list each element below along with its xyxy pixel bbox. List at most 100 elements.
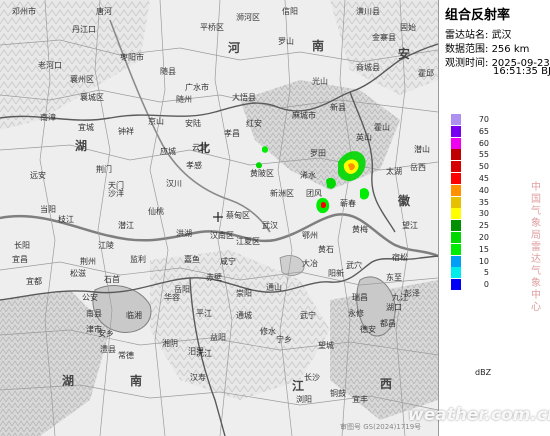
place-label: 仙桃 [148,206,164,216]
place-label: 松滋 [70,268,86,278]
place-label: 石首 [104,274,120,284]
place-label: 新洲区 [270,188,294,198]
place-label: 荆州 [80,256,96,266]
province-label: 安 [398,46,410,61]
place-label: 枝江 [58,214,74,224]
place-label: 宜昌 [12,254,28,264]
organization-watermark: 中国气象局雷达气象中心 [531,182,541,313]
place-label: 德安 [360,324,376,334]
place-label: 瑞昌 [352,292,368,302]
place-label: 光山 [312,76,328,86]
legend-swatch [451,137,461,149]
legend-value: 10 [478,256,489,266]
place-label: 修水 [260,326,276,336]
place-label: 鄂州 [302,231,318,240]
legend-value: 50 [478,162,489,172]
place-label: 沅江 [196,348,212,358]
legend-swatch [451,255,461,267]
place-label: 新县 [330,102,346,112]
place-label: 黄陂区 [250,168,274,178]
info-panel: 组合反射率 雷达站名: 武汉 数据范围: 256 km 观测时间: 2025-0… [438,0,550,436]
place-label: 长沙 [304,372,320,382]
legend-value: 70 [478,115,489,124]
place-label: 孝昌 [224,129,240,138]
place-label: 黄石 [318,244,334,254]
place-label: 当阳 [40,204,56,214]
place-label: 金寨县 [372,32,396,42]
place-label: 江陵 [98,241,114,250]
place-label: 红安 [246,118,262,128]
place-label: 远安 [30,170,46,180]
place-label: 津市 [86,324,102,334]
place-label: 平桥区 [200,22,224,32]
place-label: 武穴 [346,260,362,270]
station-row: 雷达站名: 武汉 [445,26,512,41]
place-label: 宁乡 [276,334,292,344]
legend-swatch [451,267,461,279]
place-label: 永修 [348,308,364,318]
place-label: 赤壁 [206,272,222,282]
radar-map[interactable]: 河 南 湖 北 安 徽 湖 南 江 西 邓州市 唐河 平桥区 浉河区 信阳 潢川县 固始 霍邱… [0,0,438,436]
place-label: 湖口 [386,303,402,312]
place-label: 大冶 [302,258,318,268]
place-label: 益阳 [210,332,226,342]
place-label: 潢川县 [356,6,380,16]
legend-swatch [451,161,461,173]
place-label: 都昌 [380,319,396,328]
place-label: 孝感 [186,160,202,170]
place-label: 潜江 [118,220,134,230]
legend-swatch [451,196,461,208]
legend-value: 55 [478,150,489,160]
place-label: 通山 [266,282,282,292]
place-label: 长阳 [14,240,30,250]
place-label: 老河口 [38,60,62,70]
place-label: 罗山 [278,36,294,46]
province-label: 南 [312,38,324,53]
place-label: 枣阳市 [120,52,144,62]
place-label: 潜山 [414,144,430,154]
place-label: 宜丰 [352,394,368,404]
legend-swatch [451,173,461,184]
liangzi-lake [279,255,305,276]
place-label: 荆门 [96,164,112,174]
province-label: 西 [380,377,392,391]
place-label: 广水市 [185,82,209,92]
product-title: 组合反射率 [445,8,511,23]
province-label: 南 [130,373,142,388]
legend-swatch [451,279,461,291]
place-label: 汉川 [166,179,182,188]
place-label: 湘阴 [162,338,178,348]
place-label: 宿松 [392,252,408,262]
legend-swatch [451,125,461,137]
place-label: 蔡甸区 [226,210,250,220]
place-label: 公安 [82,292,98,302]
place-label: 宜都 [26,276,42,286]
place-label: 通城 [236,310,252,320]
province-label: 河 [227,40,240,55]
place-label: 信阳 [282,6,298,16]
range-row: 数据范围: 256 km [445,40,529,55]
place-label: 咸宁 [220,256,236,266]
place-label: 罗田 [310,149,326,158]
place-label: 岳西 [410,162,426,172]
legend-value: 40 [478,185,489,195]
legend-value: 0 [483,280,489,290]
place-label: 江夏区 [236,237,260,246]
place-label: 浠水 [300,170,316,180]
legend-value: 20 [478,233,489,242]
legend-value: 45 [478,174,489,183]
place-label: 武汉 [262,220,278,230]
place-label: 汉寿 [190,372,206,382]
province-label: 江 [292,378,304,393]
place-label: 固始 [400,22,416,32]
place-label: 澧县 [100,344,116,354]
legend-value: 25 [478,221,489,231]
place-label: 霍邱 [418,69,434,78]
map-approval-note: 审图号 GS(2024)1719号 [340,423,422,431]
legend-swatch [451,114,461,125]
place-label: 邓州市 [12,6,36,16]
echo-spot-luotian [321,201,326,209]
place-label: 浏阳 [296,394,312,404]
legend-value: 15 [478,244,489,254]
place-label: 嘉鱼 [184,254,200,264]
